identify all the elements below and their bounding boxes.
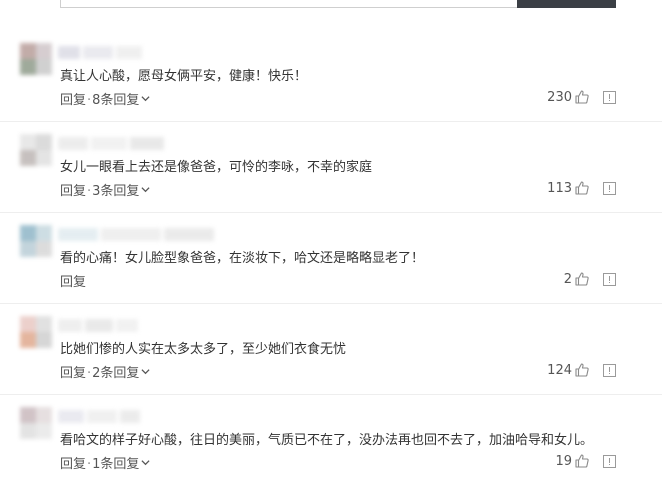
replies-count: 1条回复 — [92, 457, 140, 472]
username-blurred[interactable] — [58, 135, 167, 150]
thumbs-up-icon[interactable] — [574, 453, 590, 469]
report-icon[interactable] — [603, 272, 616, 286]
view-replies-link[interactable]: 1条回复 — [92, 457, 150, 472]
avatar[interactable] — [20, 407, 52, 439]
reply-link[interactable]: 回复 — [60, 275, 86, 290]
thumbs-up-icon[interactable] — [574, 89, 590, 105]
avatar-block — [36, 225, 52, 241]
report-icon[interactable] — [603, 454, 616, 468]
username-blurred[interactable] — [58, 317, 141, 332]
reply-link[interactable]: 回复 — [60, 366, 86, 381]
comment-text: 看的心痛！女儿脸型象爸爸，在淡妆下，哈文还是略略显老了！ — [60, 251, 425, 266]
like-count: 113 — [547, 180, 572, 196]
separator: · — [87, 457, 92, 472]
comment-item: 比她们惨的人实在太多太多了，至少她们衣食无忧 回复·2条回复 124 — [0, 303, 662, 395]
chevron-down-icon — [141, 96, 150, 102]
chevron-down-icon — [141, 460, 150, 466]
replies-count: 3条回复 — [92, 184, 140, 199]
avatar-block — [36, 43, 52, 59]
avatar-block — [36, 241, 52, 257]
submit-button[interactable] — [517, 0, 616, 8]
avatar-block — [20, 332, 36, 348]
report-icon[interactable] — [603, 181, 616, 195]
reply-link[interactable]: 回复 — [60, 457, 86, 472]
username-blurred[interactable] — [58, 44, 145, 59]
reply-link[interactable]: 回复 — [60, 93, 86, 108]
like-count: 230 — [547, 89, 572, 105]
comment-right-actions: 2 — [564, 270, 616, 288]
separator: · — [87, 184, 92, 199]
avatar-block — [20, 423, 36, 439]
like-count: 2 — [563, 271, 572, 287]
avatar[interactable] — [20, 134, 52, 166]
comment-actions: 回复·3条回复 — [60, 180, 150, 199]
comment-right-actions: 19 — [555, 452, 616, 470]
avatar-block — [20, 134, 36, 150]
avatar[interactable] — [20, 43, 52, 75]
thumbs-up-icon[interactable] — [574, 362, 590, 378]
avatar[interactable] — [20, 225, 52, 257]
view-replies-link[interactable]: 2条回复 — [92, 366, 150, 381]
comment-text: 真让人心酸，愿母女俩平安，健康！快乐！ — [60, 69, 308, 84]
comment-item: 看哈文的样子好心酸，往日的美丽，气质已不在了，没办法再也回不去了，加油哈导和女儿… — [0, 394, 662, 485]
comment-text: 看哈文的样子好心酸，往日的美丽，气质已不在了，没办法再也回不去了，加油哈导和女儿… — [60, 433, 594, 448]
avatar-block — [20, 59, 36, 75]
thumbs-up-icon[interactable] — [574, 271, 590, 287]
replies-count: 2条回复 — [92, 366, 140, 381]
separator: · — [87, 93, 92, 108]
username-blurred[interactable] — [58, 226, 217, 241]
comment-actions: 回复 — [60, 271, 86, 290]
report-icon[interactable] — [603, 363, 616, 377]
avatar[interactable] — [20, 316, 52, 348]
comment-actions: 回复·1条回复 — [60, 453, 150, 472]
avatar-block — [36, 407, 52, 423]
avatar-block — [36, 134, 52, 150]
like-count: 124 — [547, 362, 572, 378]
like-count: 19 — [555, 453, 572, 469]
avatar-block — [20, 241, 36, 257]
thumbs-up-icon[interactable] — [574, 180, 590, 196]
avatar-block — [36, 59, 52, 75]
view-replies-link[interactable]: 8条回复 — [92, 93, 150, 108]
chevron-down-icon — [141, 187, 150, 193]
report-icon[interactable] — [603, 90, 616, 104]
comment-actions: 回复·2条回复 — [60, 362, 150, 381]
comment-item: 女儿一眼看上去还是像爸爸，可怜的李咏，不幸的家庭 回复·3条回复 113 — [0, 121, 662, 213]
replies-count: 8条回复 — [92, 93, 140, 108]
avatar-block — [20, 43, 36, 59]
avatar-block — [36, 332, 52, 348]
comment-input[interactable] — [60, 0, 518, 8]
avatar-block — [20, 150, 36, 166]
comment-text: 比她们惨的人实在太多太多了，至少她们衣食无忧 — [60, 342, 347, 357]
avatar-block — [20, 225, 36, 241]
avatar-block — [36, 150, 52, 166]
comment-text: 女儿一眼看上去还是像爸爸，可怜的李咏，不幸的家庭 — [60, 160, 373, 175]
avatar-block — [36, 316, 52, 332]
reply-link[interactable]: 回复 — [60, 184, 86, 199]
comment-right-actions: 113 — [547, 179, 616, 197]
view-replies-link[interactable]: 3条回复 — [92, 184, 150, 199]
comment-item: 真让人心酸，愿母女俩平安，健康！快乐！ 回复·8条回复 230 — [0, 30, 662, 122]
avatar-block — [20, 407, 36, 423]
avatar-block — [20, 316, 36, 332]
comment-right-actions: 230 — [547, 88, 616, 106]
comment-right-actions: 124 — [547, 361, 616, 379]
avatar-block — [36, 423, 52, 439]
username-blurred[interactable] — [58, 408, 143, 423]
comment-actions: 回复·8条回复 — [60, 89, 150, 108]
comment-item: 看的心痛！女儿脸型象爸爸，在淡妆下，哈文还是略略显老了！ 回复 2 — [0, 212, 662, 304]
chevron-down-icon — [141, 369, 150, 375]
separator: · — [87, 366, 92, 381]
